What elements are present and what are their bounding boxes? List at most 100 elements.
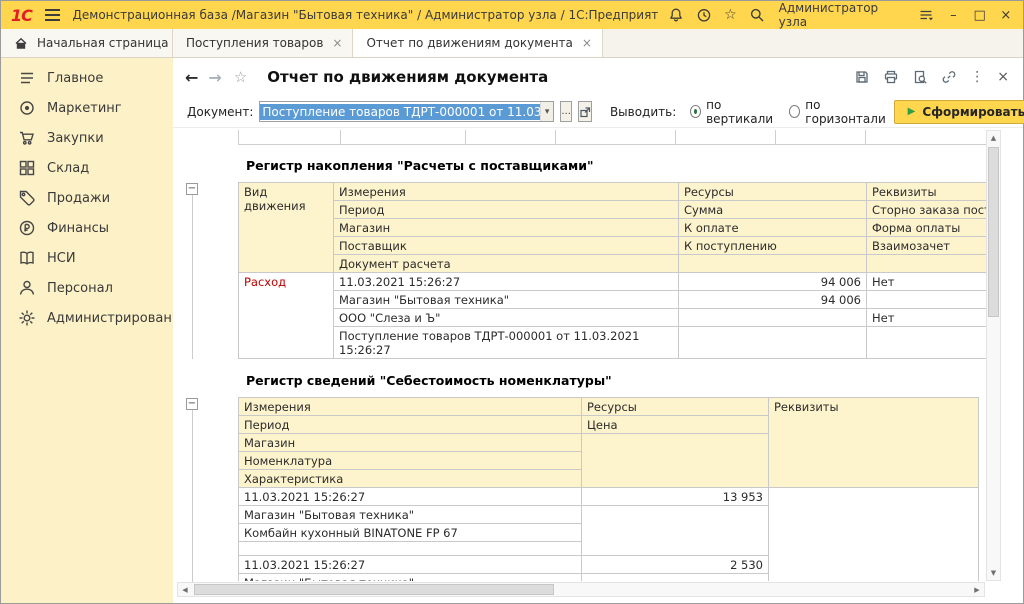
report-cell[interactable]: Магазин "Бытовая техника" — [239, 574, 582, 582]
vertical-scroll-thumb[interactable] — [988, 147, 999, 317]
report-cell[interactable] — [582, 574, 769, 582]
report-cell[interactable]: Номенклатура — [239, 452, 582, 470]
scroll-up-button[interactable]: ▲ — [987, 131, 1000, 145]
report-cell[interactable]: Магазин "Бытовая техника" — [334, 291, 679, 309]
sidebar-item-nsi[interactable]: НСИ — [1, 243, 173, 273]
report-cell[interactable]: Взаимозачет — [867, 237, 1002, 255]
report-cell[interactable]: Магазин — [334, 219, 679, 237]
sidebar-item-glavnoe[interactable]: Главное — [1, 63, 173, 93]
report-cell[interactable] — [582, 506, 769, 556]
print-button[interactable] — [883, 69, 899, 85]
sidebar-item-sklad[interactable]: Склад — [1, 153, 173, 183]
sidebar-item-finansy[interactable]: Финансы — [1, 213, 173, 243]
collapse-group-button[interactable]: − — [186, 183, 198, 195]
service-menu-icon[interactable] — [918, 7, 934, 23]
clipped-cell[interactable] — [466, 130, 556, 145]
report-cell[interactable]: 13 953 — [582, 488, 769, 506]
report-cell[interactable]: К оплате — [679, 219, 867, 237]
report-cell[interactable]: 94 006 — [679, 291, 867, 309]
report-cell[interactable]: Комбайн кухонный BINATONE FP 67 — [239, 524, 582, 542]
tab-otchet-po-dvizheniyam[interactable]: Отчет по движениям документа × — [353, 29, 602, 57]
main-menu-icon[interactable] — [45, 9, 60, 21]
report-cell[interactable]: Нет — [867, 273, 1002, 291]
report-cell[interactable]: 11.03.2021 15:26:27 — [239, 488, 582, 506]
sidebar-item-zakupki[interactable]: Закупки — [1, 123, 173, 153]
dropdown-button[interactable]: ▾ — [540, 102, 554, 121]
back-button[interactable]: ← — [185, 68, 198, 87]
current-user-label[interactable]: Администратор узла — [779, 1, 905, 29]
sidebar-item-marketing[interactable]: Маркетинг — [1, 93, 173, 123]
save-button[interactable] — [854, 69, 870, 85]
scroll-right-button[interactable]: ▶ — [970, 583, 984, 596]
report-cell[interactable]: Период — [334, 201, 679, 219]
report-cell[interactable] — [679, 309, 867, 327]
report-cell[interactable]: Расход — [239, 273, 334, 359]
scroll-left-button[interactable]: ◀ — [178, 583, 192, 596]
report-cell[interactable]: Характеристика — [239, 470, 582, 488]
report-cell[interactable]: 11.03.2021 15:26:27 — [334, 273, 679, 291]
report-cell[interactable]: Вид движения — [239, 183, 334, 273]
report-cell[interactable]: Ресурсы — [582, 398, 769, 416]
generate-button[interactable]: ▶ Сформировать — [894, 100, 1024, 124]
report-cell[interactable]: 94 006 — [679, 273, 867, 291]
report-cell[interactable]: Период — [239, 416, 582, 434]
clipped-cell[interactable] — [341, 130, 466, 145]
get-link-button[interactable] — [941, 69, 957, 85]
notifications-bell-icon[interactable] — [668, 7, 684, 23]
report-cell[interactable]: Форма оплаты — [867, 219, 1002, 237]
report-cell[interactable]: Реквизиты — [769, 398, 979, 488]
report-cell[interactable]: Магазин — [239, 434, 582, 452]
close-report-button[interactable]: × — [997, 69, 1009, 85]
horizontal-scroll-thumb[interactable] — [194, 584, 554, 595]
add-to-favorites-star-icon[interactable]: ☆ — [234, 68, 247, 86]
report-cell[interactable]: Сумма — [679, 201, 867, 219]
collapse-group-button[interactable]: − — [186, 398, 198, 410]
report-cell[interactable]: 2 530 — [582, 556, 769, 574]
sidebar-item-personal[interactable]: Персонал — [1, 273, 173, 303]
report-cell[interactable]: Магазин "Бытовая техника" — [239, 506, 582, 524]
report-cell[interactable]: 11.03.2021 15:26:27 — [239, 556, 582, 574]
document-input[interactable]: Поступление товаров ТДРТ-000001 от 11.03… — [259, 101, 554, 122]
open-button[interactable] — [578, 101, 592, 122]
report-cell[interactable] — [867, 291, 1002, 309]
report-cell[interactable]: Поставщик — [334, 237, 679, 255]
report-cell[interactable]: К поступлению — [679, 237, 867, 255]
report-cell[interactable] — [867, 327, 1002, 359]
forward-button[interactable]: → — [208, 68, 221, 87]
home-tab[interactable]: Начальная страница — [1, 29, 173, 57]
clipped-cell[interactable] — [676, 130, 776, 145]
maximize-button[interactable]: □ — [972, 8, 986, 23]
favorites-star-icon[interactable]: ☆ — [724, 7, 737, 23]
report-cell[interactable]: Документ расчета — [334, 255, 679, 273]
minimize-button[interactable]: – — [946, 8, 960, 23]
report-cell[interactable]: ООО "Слеза и Ъ" — [334, 309, 679, 327]
clipped-cell[interactable] — [238, 130, 341, 145]
radio-horizontal[interactable]: по горизонтали — [789, 98, 887, 126]
tab-close-icon[interactable]: × — [332, 36, 342, 50]
report-cell[interactable]: Цена — [582, 416, 769, 434]
history-icon[interactable] — [696, 7, 712, 23]
tab-postupleniya-tovarov[interactable]: Поступления товаров × — [173, 29, 353, 57]
report-cell[interactable]: Измерения — [239, 398, 582, 416]
report-cell[interactable]: Ресурсы — [679, 183, 867, 201]
tab-close-icon[interactable]: × — [582, 36, 592, 50]
preview-button[interactable] — [912, 69, 928, 85]
clipped-cell[interactable] — [776, 130, 866, 145]
sidebar-item-administrirovanie[interactable]: Администрирование — [1, 303, 173, 333]
report-cell[interactable] — [769, 488, 979, 582]
more-actions-button[interactable]: ⋮ — [970, 69, 984, 85]
close-window-button[interactable]: × — [999, 8, 1013, 23]
report-cell[interactable] — [582, 434, 769, 488]
report-cell[interactable] — [679, 327, 867, 359]
report-cell[interactable]: Реквизиты — [867, 183, 1002, 201]
scroll-down-button[interactable]: ▼ — [987, 566, 1000, 580]
report-cell[interactable] — [867, 255, 1002, 273]
radio-vertical[interactable]: по вертикали — [690, 98, 775, 126]
vertical-scrollbar[interactable]: ▲ ▼ — [986, 130, 1001, 581]
report-cell[interactable]: Поступление товаров ТДРТ-000001 от 11.03… — [334, 327, 679, 359]
report-cell[interactable]: Нет — [867, 309, 1002, 327]
sidebar-item-prodazhi[interactable]: Продажи — [1, 183, 173, 213]
search-icon[interactable] — [749, 7, 765, 23]
clipped-cell[interactable] — [556, 130, 676, 145]
report-cell[interactable] — [679, 255, 867, 273]
